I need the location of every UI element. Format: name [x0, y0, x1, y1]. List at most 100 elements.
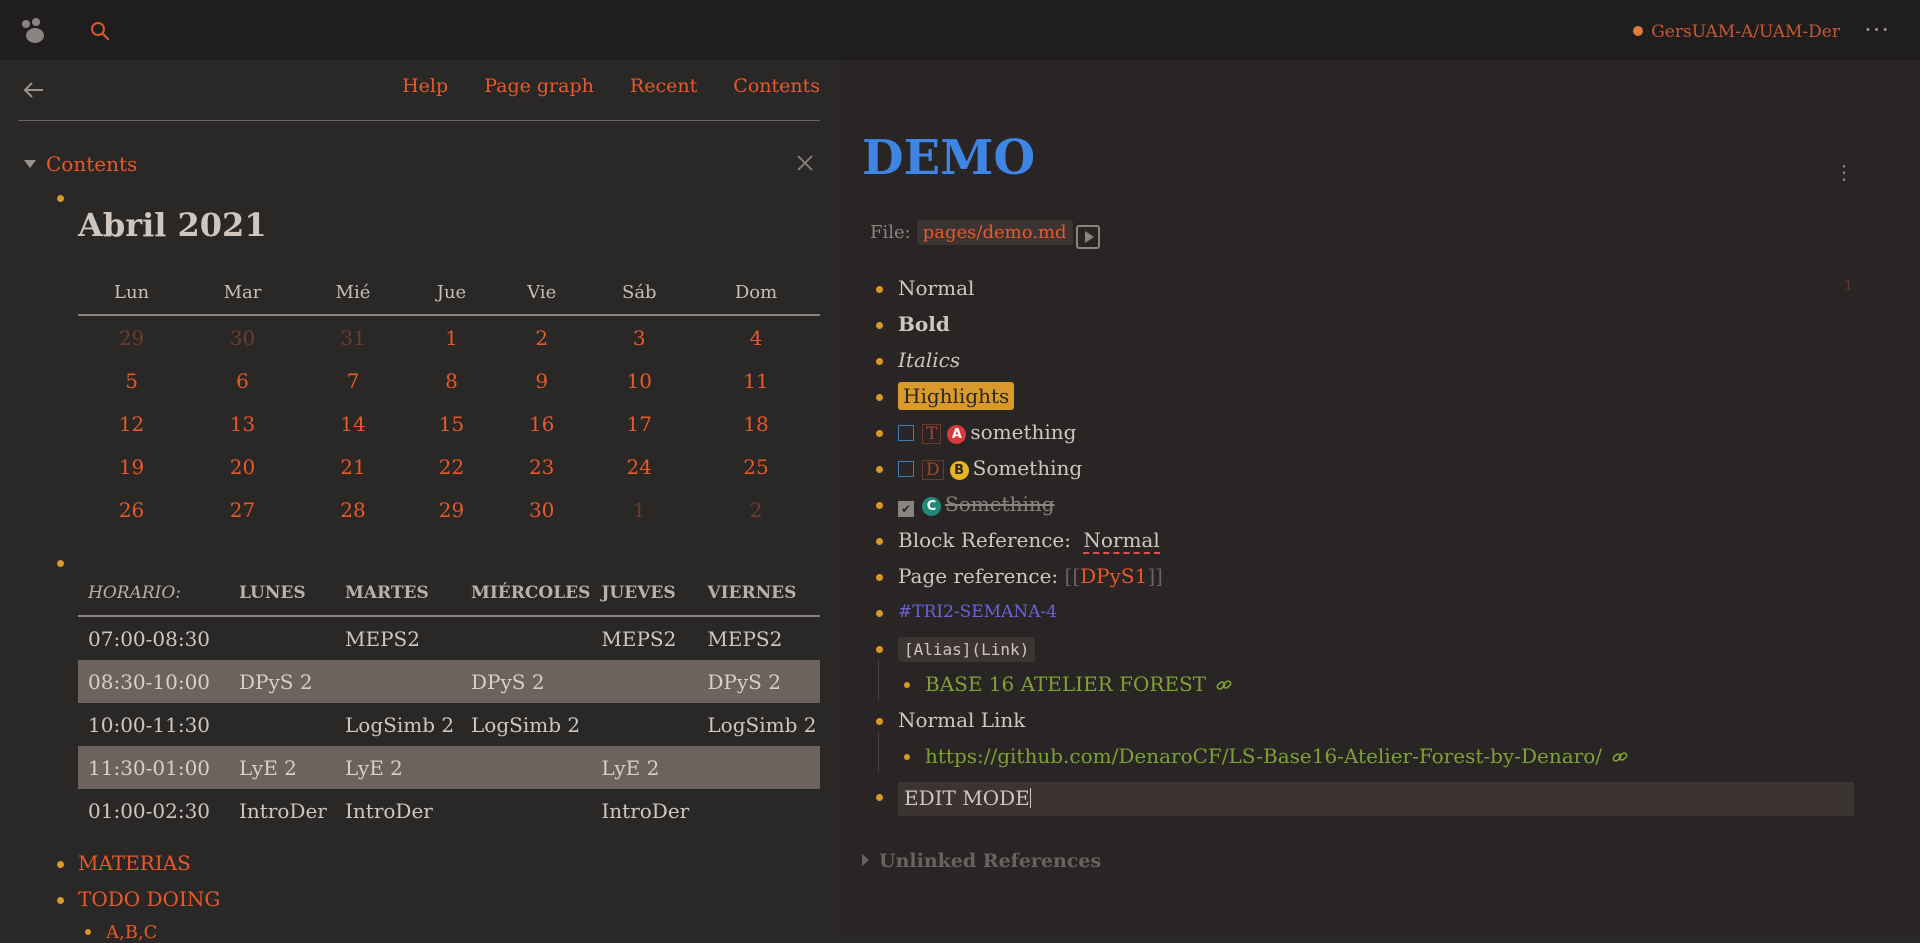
tag-link[interactable]: #TRI2-SEMANA-4 [898, 602, 1057, 622]
calendar-day[interactable]: 21 [300, 445, 406, 488]
block-alias[interactable]: [Alias](Link) [898, 636, 1036, 662]
priority-c-badge[interactable]: C [922, 497, 941, 516]
calendar-day[interactable]: 2 [692, 488, 820, 531]
calendar-day[interactable]: 15 [406, 402, 497, 445]
done-checkbox[interactable]: ✔ [898, 501, 914, 517]
calendar-day[interactable]: 20 [185, 445, 300, 488]
page-more-icon[interactable]: ⋮ [1834, 160, 1854, 184]
search-icon[interactable] [89, 20, 111, 42]
url-link[interactable]: https://github.com/DenaroCF/LS-Base16-At… [925, 744, 1628, 768]
contents-section-toggle[interactable]: Contents [24, 152, 137, 176]
calendar-day[interactable]: 29 [78, 315, 185, 359]
materias-link[interactable]: MATERIAS [78, 851, 191, 875]
block-bullet[interactable] [876, 646, 883, 653]
doing-checkbox[interactable] [898, 461, 914, 477]
calendar-day[interactable]: 27 [185, 488, 300, 531]
calendar-day[interactable]: 24 [587, 445, 693, 488]
block-bullet[interactable] [876, 718, 883, 725]
block-bullet[interactable] [876, 430, 883, 437]
block-bullet[interactable] [876, 538, 883, 545]
priority-a-badge[interactable]: A [947, 425, 967, 444]
page-reference-block[interactable]: Page reference: [[DPyS1]] [898, 564, 1163, 588]
doing-marker[interactable]: D [922, 460, 944, 480]
calendar-day[interactable]: 16 [497, 402, 587, 445]
block-bullet[interactable] [85, 929, 91, 935]
calendar-day[interactable]: 22 [406, 445, 497, 488]
calendar-day[interactable]: 30 [185, 315, 300, 359]
calendar-day[interactable]: 7 [300, 359, 406, 402]
block-bullet[interactable] [57, 897, 64, 904]
calendar-day[interactable]: 29 [406, 488, 497, 531]
alias-link[interactable]: BASE 16 ATELIER FOREST [925, 672, 1232, 696]
unlinked-references-toggle[interactable]: Unlinked References [862, 850, 1101, 872]
calendar-day[interactable]: 19 [78, 445, 185, 488]
priority-b-badge[interactable]: B [949, 461, 969, 480]
calendar-day[interactable]: 1 [406, 315, 497, 359]
block-bullet[interactable] [57, 560, 64, 567]
block-bold[interactable]: Bold [898, 312, 950, 336]
calendar-day[interactable]: 9 [497, 359, 587, 402]
page-graph-link[interactable]: Page graph [484, 75, 594, 97]
block-bullet[interactable] [876, 394, 883, 401]
calendar-day[interactable]: 14 [300, 402, 406, 445]
block-bullet[interactable] [57, 195, 64, 202]
calendar-day[interactable]: 17 [587, 402, 693, 445]
block-bullet[interactable] [876, 502, 883, 509]
abc-link[interactable]: A,B,C [106, 922, 157, 943]
calendar-day[interactable]: 1 [587, 488, 693, 531]
todo-checkbox[interactable] [898, 425, 914, 441]
calendar-day[interactable]: 10 [587, 359, 693, 402]
todo-marker[interactable]: T [922, 424, 942, 444]
calendar-day[interactable]: 4 [692, 315, 820, 359]
block-reference[interactable]: Normal [1083, 528, 1160, 554]
calendar-day[interactable]: 5 [78, 359, 185, 402]
block-italics[interactable]: Italics [898, 348, 960, 372]
block-todo[interactable]: T Asomething [898, 420, 1076, 444]
block-highlights[interactable]: Highlights [898, 382, 1015, 410]
file-path-link[interactable]: pages/demo.md [916, 220, 1073, 245]
calendar-day[interactable]: 25 [692, 445, 820, 488]
todo-doing-link[interactable]: TODO DOING [78, 887, 220, 911]
reference-count[interactable]: 1 [1844, 278, 1853, 294]
block-normal-link[interactable]: Normal Link [898, 708, 1025, 732]
block-bullet[interactable] [904, 754, 910, 760]
repo-indicator[interactable]: GersUAM-A/UAM-Der [1633, 22, 1840, 42]
block-bullet[interactable] [876, 574, 883, 581]
page-title[interactable]: DEMO [862, 130, 1035, 186]
recent-link[interactable]: Recent [630, 75, 697, 97]
calendar-day[interactable]: 11 [692, 359, 820, 402]
block-bullet[interactable] [876, 466, 883, 473]
calendar-day[interactable]: 23 [497, 445, 587, 488]
close-icon[interactable] [796, 154, 814, 172]
calendar-day[interactable]: 3 [587, 315, 693, 359]
calendar-day[interactable]: 13 [185, 402, 300, 445]
block-doing[interactable]: D B Something [898, 456, 1082, 480]
block-done[interactable]: ✔ C Something [898, 492, 1055, 517]
calendar-day[interactable]: 28 [300, 488, 406, 531]
calendar-day[interactable]: 6 [185, 359, 300, 402]
block-bullet[interactable] [57, 861, 64, 868]
calendar-day[interactable]: 8 [406, 359, 497, 402]
block-reference-block[interactable]: Block Reference: Normal [898, 528, 1160, 554]
open-file-icon[interactable] [1076, 225, 1100, 249]
page-reference-link[interactable]: DPyS1 [1080, 564, 1147, 588]
back-arrow-icon[interactable] [22, 80, 46, 100]
block-bullet[interactable] [876, 322, 883, 329]
calendar-day[interactable]: 31 [300, 315, 406, 359]
calendar-day[interactable]: 12 [78, 402, 185, 445]
block-editor[interactable]: EDIT MODE [898, 782, 1854, 816]
block-bullet[interactable] [876, 794, 883, 801]
block-bullet[interactable] [904, 682, 910, 688]
block-bullet[interactable] [876, 358, 883, 365]
calendar-day[interactable]: 30 [497, 488, 587, 531]
help-link[interactable]: Help [402, 75, 448, 97]
calendar-day[interactable]: 2 [497, 315, 587, 359]
contents-link[interactable]: Contents [733, 75, 820, 97]
block-normal[interactable]: Normal [898, 276, 974, 300]
logseq-logo-icon[interactable] [20, 18, 50, 46]
calendar-day[interactable]: 18 [692, 402, 820, 445]
more-menu-icon[interactable]: ··· [1864, 16, 1890, 44]
block-bullet[interactable] [876, 286, 883, 293]
calendar-day[interactable]: 26 [78, 488, 185, 531]
block-bullet[interactable] [876, 610, 883, 617]
